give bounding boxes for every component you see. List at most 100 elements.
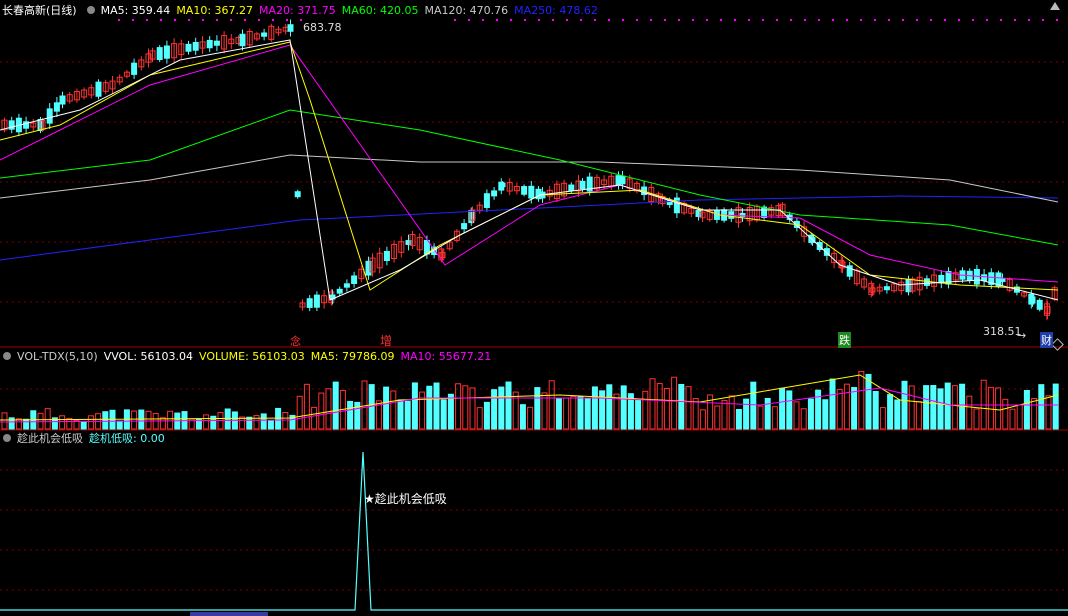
indicator-name[interactable]: 趁此机会低吸 — [17, 432, 83, 445]
low-arrow-icon: → — [1017, 329, 1027, 342]
volume-bar — [1031, 398, 1038, 430]
volume-bar — [433, 382, 440, 430]
volume-bar — [311, 406, 318, 430]
volume-menu-icon[interactable] — [3, 352, 11, 360]
volume-legend: VOL-TDX(5,10) VVOL: 56103.04 VOLUME: 56103… — [0, 349, 497, 365]
signal-dot — [244, 19, 246, 21]
candle-body — [483, 193, 490, 208]
volume-bar — [923, 385, 930, 430]
stock-name[interactable]: 长春高新(日线) — [2, 4, 77, 17]
ma20-line — [0, 44, 1059, 283]
volume-bar — [757, 405, 764, 430]
volume-bar — [80, 420, 87, 430]
volume-bar — [347, 400, 354, 430]
signal-dot — [692, 19, 694, 21]
volume-bar — [685, 386, 692, 430]
volume-bar — [851, 387, 858, 430]
volume-bar — [908, 385, 915, 430]
volume-bar — [987, 386, 994, 430]
volume-bar — [296, 395, 303, 430]
volume-bar — [613, 393, 620, 430]
volume-bar — [577, 396, 584, 430]
volume-bar — [678, 383, 685, 430]
volume-bar — [786, 390, 793, 430]
candle-body — [294, 191, 301, 198]
volume-bar — [930, 385, 937, 430]
volume-bar — [771, 406, 778, 430]
event-tag-3[interactable]: 跌 — [838, 332, 851, 348]
ma60-label: MA60: 420.05 — [341, 4, 419, 17]
collapse-up-icon[interactable] — [1050, 2, 1060, 10]
volume-bar — [303, 383, 310, 430]
signal-dot — [832, 19, 834, 21]
volume-bar — [649, 378, 656, 430]
signal-dot — [552, 19, 554, 21]
volume-bar — [714, 405, 721, 430]
volume-bar — [642, 390, 649, 430]
volume-bar — [901, 380, 908, 430]
signal-dot — [734, 19, 736, 21]
volume-bar — [116, 420, 123, 430]
volume-bar — [59, 415, 66, 430]
volume-bar — [836, 389, 843, 430]
signal-dot — [216, 19, 218, 21]
volume-bar — [361, 380, 368, 430]
chart-menu-icon[interactable] — [86, 6, 95, 14]
candle-body — [619, 175, 626, 185]
signal-dot — [174, 19, 176, 21]
event-tag-2[interactable]: 增 — [380, 332, 392, 349]
vol-indicator-label[interactable]: VOL-TDX(5,10) — [17, 350, 98, 363]
kline-chart[interactable] — [0, 0, 1068, 616]
candle-body — [287, 24, 294, 32]
vvol-label: VVOL: 56103.04 — [103, 350, 194, 363]
ma10-label: MA10: 367.27 — [176, 4, 254, 17]
volume-bar — [858, 370, 865, 430]
signal-dot — [986, 19, 988, 21]
signal-dot — [132, 19, 134, 21]
scroll-indicator[interactable] — [190, 612, 268, 616]
event-tag-1[interactable]: 念 — [290, 333, 301, 349]
volume-bar — [656, 383, 663, 430]
volume-bar — [548, 380, 555, 430]
candle-body — [156, 47, 163, 61]
signal-dot — [454, 19, 456, 21]
candle-body — [131, 62, 138, 75]
ma250-label: MA250: 478.62 — [514, 4, 598, 17]
volume-bar — [563, 397, 570, 430]
signal-dot — [286, 19, 288, 21]
volume-bar — [1045, 395, 1052, 430]
high-price-label: 683.78 — [303, 21, 342, 34]
signal-dot — [636, 19, 638, 21]
signal-dot — [776, 19, 778, 21]
signal-dot — [1000, 19, 1002, 21]
volume-bar — [671, 376, 678, 430]
vol-ma10-label: MA10: 55677.21 — [400, 350, 492, 363]
ma5-label: MA5: 359.44 — [100, 4, 171, 17]
volume-bar — [491, 389, 498, 430]
volume-bar — [498, 386, 505, 430]
candle-body — [46, 108, 53, 124]
volume-bar — [1002, 398, 1009, 430]
signal-dot — [944, 19, 946, 21]
candle-body — [883, 286, 890, 291]
volume-bar — [620, 385, 627, 430]
candle-body — [213, 40, 220, 46]
signal-dot — [1042, 19, 1044, 21]
event-tag-4[interactable]: 财 — [1040, 332, 1053, 348]
signal-dot — [706, 19, 708, 21]
signal-dot — [664, 19, 666, 21]
volume-bar — [1052, 383, 1059, 430]
volume-bar — [663, 387, 670, 430]
indicator-legend: 趁此机会低吸 趁机低吸: 0.00 — [0, 431, 171, 447]
signal-dot — [538, 19, 540, 21]
volume-bar — [404, 400, 411, 430]
volume-bar — [829, 378, 836, 430]
volume-bar — [246, 416, 253, 430]
signal-spike — [0, 451, 1068, 611]
signal-dot — [818, 19, 820, 21]
candle-body — [351, 275, 358, 284]
volume-bar — [37, 412, 44, 430]
volume-bar — [469, 387, 476, 430]
indicator-menu-icon[interactable] — [3, 434, 11, 442]
volume-bar — [944, 382, 951, 430]
